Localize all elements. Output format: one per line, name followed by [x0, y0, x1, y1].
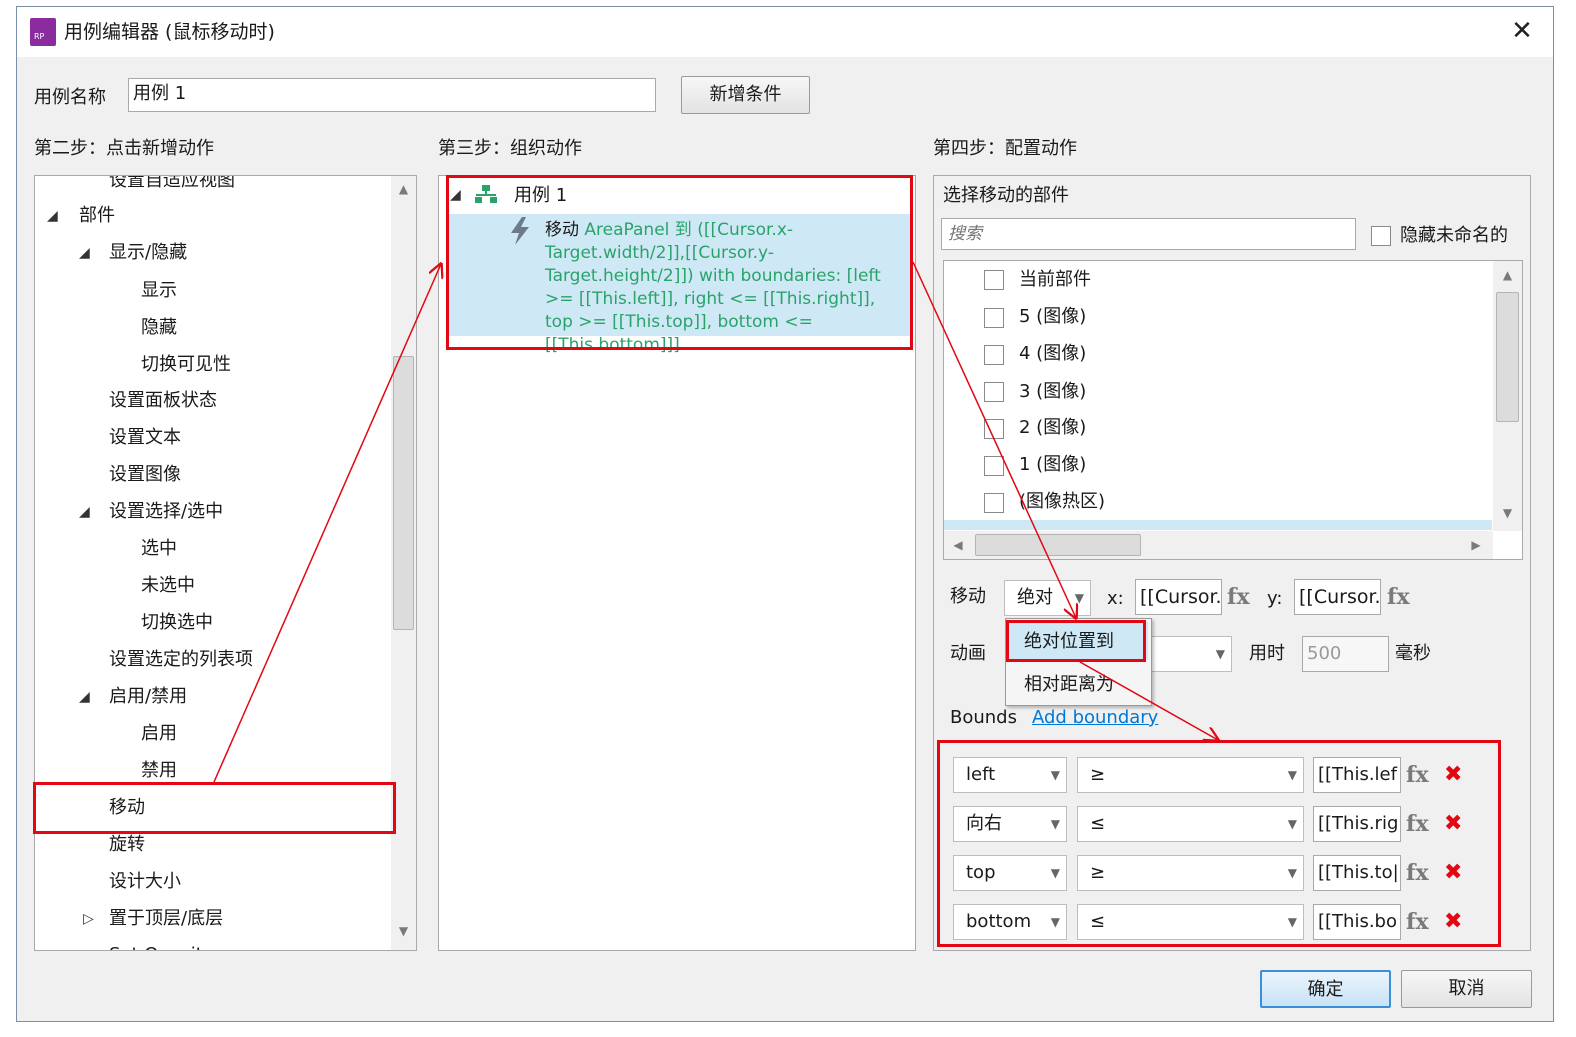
cancel-button[interactable]: 取消	[1401, 970, 1532, 1008]
arrow-action-to-mode	[912, 261, 1076, 618]
annotation-arrows	[213, 0, 1576, 783]
arrow-mode-to-bounds	[1079, 661, 1218, 740]
arrow-move-to-action	[213, 264, 441, 783]
ok-button[interactable]: 确定	[1260, 970, 1391, 1008]
